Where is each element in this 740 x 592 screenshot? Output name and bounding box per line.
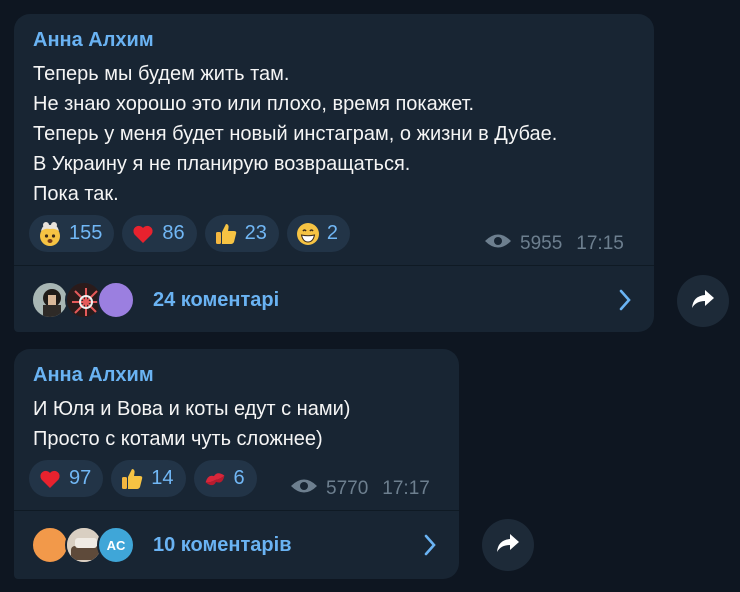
message-line: И Юля и Вова и коты едут с нами) [33, 398, 351, 420]
avatar [31, 281, 69, 319]
share-button[interactable] [482, 519, 534, 571]
commenter-avatars: AC [31, 523, 141, 567]
reaction-count: 6 [233, 467, 245, 489]
avatar [31, 526, 69, 564]
message-line: Теперь у меня будет новый инстаграм, о ж… [33, 123, 558, 145]
red-heart-icon [130, 221, 156, 247]
message-line: Теперь мы будем жить там. [33, 63, 290, 85]
thumbs-up-icon [119, 466, 145, 492]
share-icon [495, 532, 521, 559]
reaction-grinning[interactable]: 2 [286, 215, 350, 252]
message-line: В Украину я не планирую возвращаться. [33, 153, 411, 175]
share-button[interactable] [677, 275, 729, 327]
reaction-thumbs-up[interactable]: 23 [204, 215, 279, 252]
chevron-right-icon [618, 288, 632, 317]
message-bubble[interactable]: Анна Алхим Теперь мы будем жить там. Не … [14, 14, 654, 332]
message-line: Не знаю хорошо это или плохо, время пока… [33, 93, 475, 115]
message-time: 17:15 [576, 233, 624, 254]
views-icon [484, 232, 512, 256]
reaction-kiss[interactable]: 6 [193, 460, 257, 497]
reaction-heart[interactable]: 86 [122, 215, 197, 252]
reaction-count: 97 [69, 467, 92, 489]
message-time: 17:17 [382, 478, 430, 499]
reaction-count: 23 [244, 222, 267, 244]
avatar-initials: AC [97, 526, 135, 564]
avatar [97, 281, 135, 319]
message-line: Просто с котами чуть сложнее) [33, 428, 323, 450]
reactions-bar: 97 14 6 [29, 460, 257, 497]
author-name[interactable]: Анна Алхим [33, 29, 154, 52]
comments-count-label: 24 коментарі [153, 288, 280, 311]
author-name[interactable]: Анна Алхим [33, 364, 154, 387]
reaction-count: 155 [69, 222, 103, 244]
message-meta: 5770 17:17 [290, 477, 430, 501]
divider [14, 510, 459, 511]
message-line: Пока так. [33, 183, 119, 205]
kiss-mark-icon [202, 466, 228, 492]
grinning-face-icon [295, 221, 321, 247]
message-text: И Юля и Вова и коты едут с нами) Просто … [33, 394, 445, 454]
reaction-count: 86 [162, 222, 185, 244]
reaction-count: 14 [151, 467, 174, 489]
reaction-thumbs-up[interactable]: 14 [111, 460, 186, 497]
share-icon [690, 288, 716, 315]
views-count: 5770 [326, 478, 369, 499]
message-meta: 5955 17:15 [484, 232, 624, 256]
views-count: 5955 [520, 233, 563, 254]
reaction-count: 2 [326, 222, 338, 244]
comments-button[interactable]: 24 коментарі [14, 277, 654, 323]
message-bubble[interactable]: Анна Алхим И Юля и Вова и коты едут с на… [14, 349, 459, 579]
exploding-head-icon [37, 221, 63, 247]
red-heart-icon [37, 466, 63, 492]
comments-count-label: 10 коментарів [153, 533, 292, 556]
thumbs-up-icon [213, 221, 239, 247]
divider [14, 265, 654, 266]
commenter-avatars [31, 278, 141, 322]
views-icon [290, 477, 318, 501]
reaction-exploding-head[interactable]: 155 [29, 215, 115, 252]
comments-button[interactable]: AC 10 коментарів [14, 522, 459, 568]
reaction-heart[interactable]: 97 [29, 460, 104, 497]
message-text: Теперь мы будем жить там. Не знаю хорошо… [33, 59, 640, 209]
chevron-right-icon [423, 533, 437, 562]
reactions-bar: 155 86 23 2 [29, 215, 350, 252]
